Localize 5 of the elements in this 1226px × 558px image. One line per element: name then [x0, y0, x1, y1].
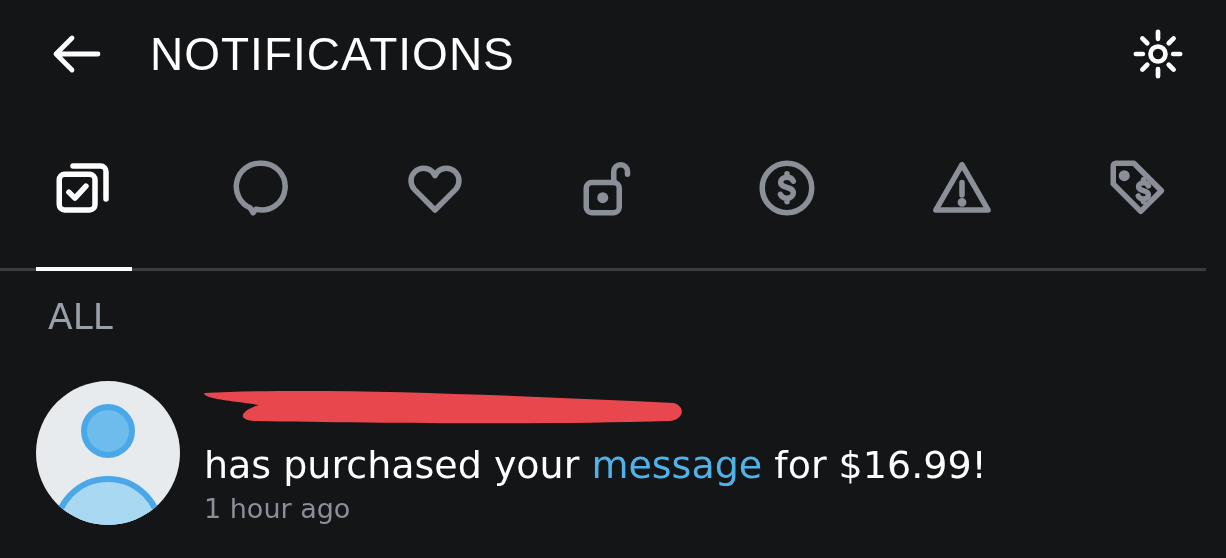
notification-text: has purchased your message for $16.99! — [204, 445, 987, 487]
message-link[interactable]: message — [591, 443, 763, 487]
section-label: ALL — [48, 299, 114, 335]
notification-time: 1 hour ago — [204, 494, 352, 522]
page-title: NOTIFICATIONS — [150, 26, 515, 82]
